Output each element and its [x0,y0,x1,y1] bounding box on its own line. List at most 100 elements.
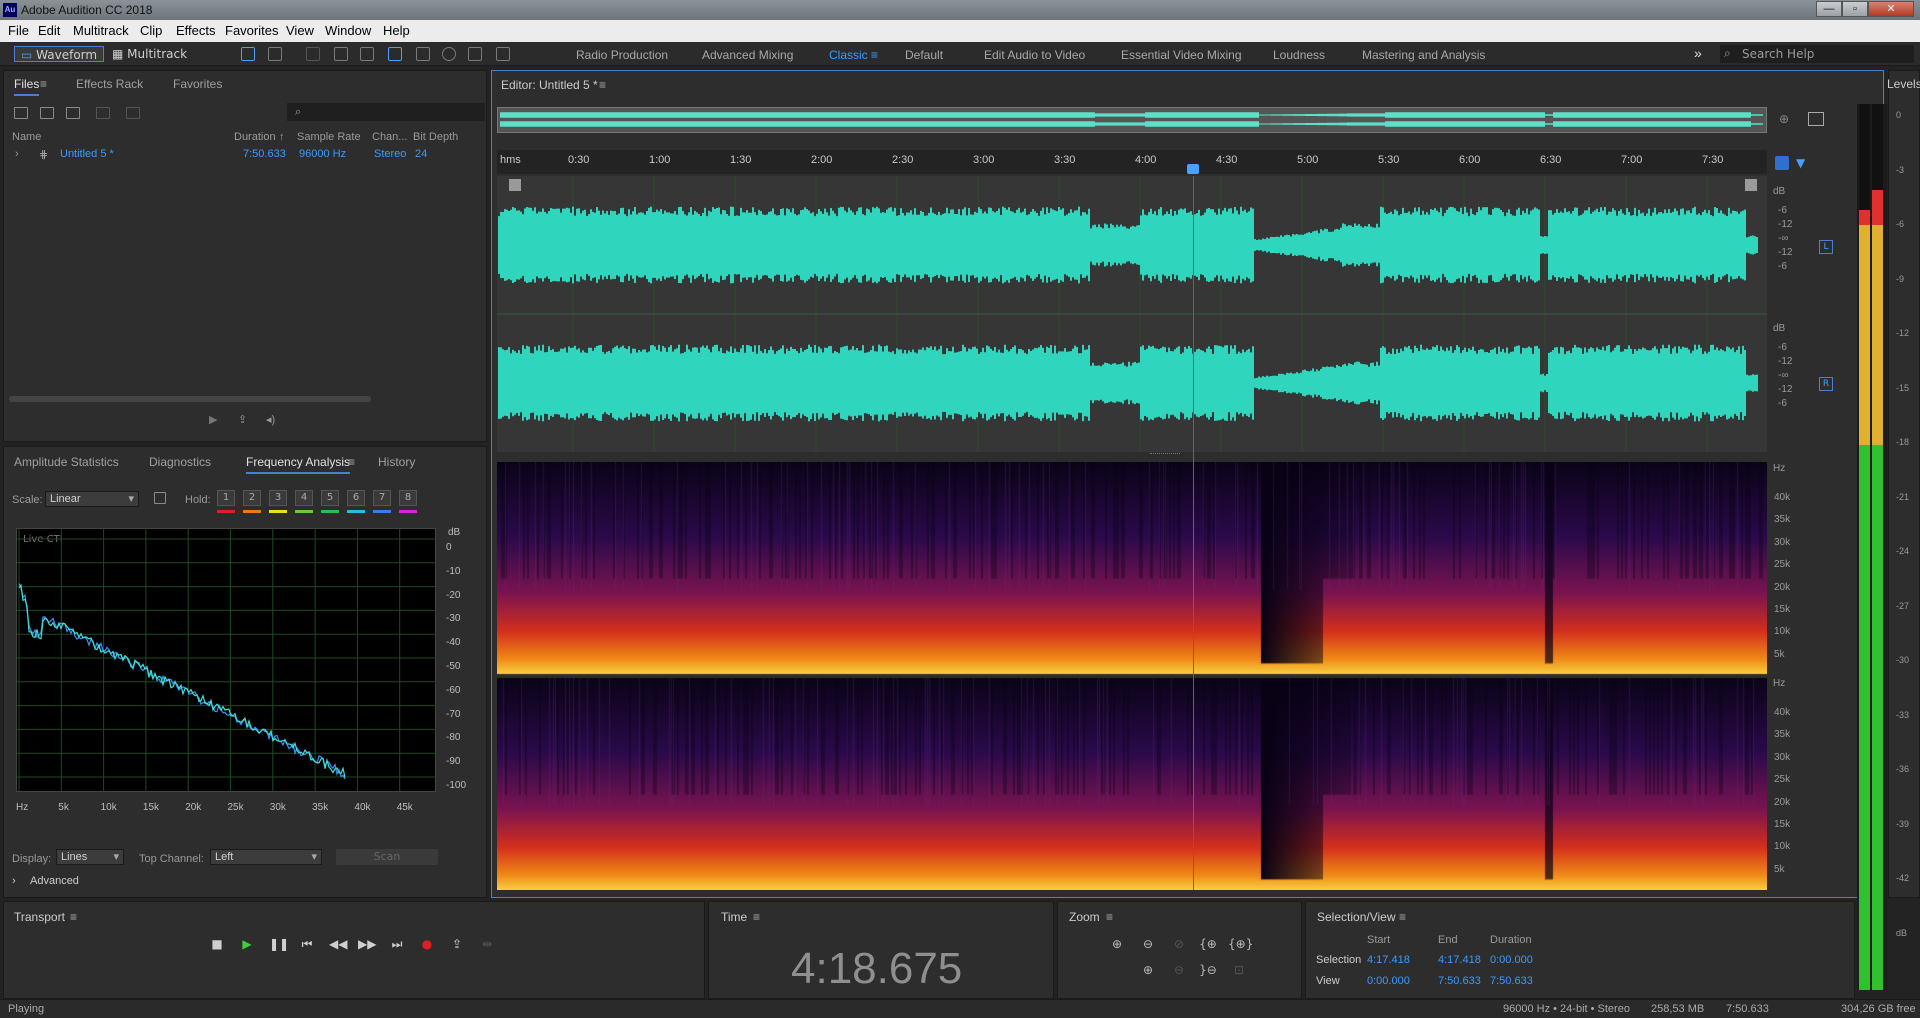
menu-effects[interactable]: Effects [176,23,216,38]
rewind-icon[interactable]: ◀◀ [329,936,347,952]
hold-button-2[interactable]: 2 [243,490,261,506]
menu-view[interactable]: View [286,23,314,38]
hold-button-1[interactable]: 1 [217,490,235,506]
view-duration[interactable]: 7:50.633 [1490,975,1533,987]
zoom-out-full-icon[interactable]: }⊖ [1199,963,1217,979]
loop-preview-icon[interactable]: ⇪ [238,413,247,426]
hold-button-5[interactable]: 5 [321,490,339,506]
marquee-tool-icon[interactable] [416,47,430,61]
menu-file[interactable]: File [8,23,29,38]
marker-pin-icon[interactable]: ▼ [1796,156,1810,170]
play-icon[interactable]: ▶ [239,936,255,952]
fade-in-handle-icon[interactable] [509,179,521,191]
expand-chevron-icon[interactable]: › [15,148,19,160]
skip-to-start-icon[interactable]: ⏮ [299,936,315,952]
tab-effects-rack[interactable]: Effects Rack [76,77,143,91]
time-ruler[interactable] [497,150,1767,174]
workspace-advanced-mixing[interactable]: Advanced Mixing [702,48,793,62]
tab-history[interactable]: History [378,455,415,469]
new-file-icon[interactable] [66,107,80,119]
lasso-tool-icon[interactable] [442,47,456,61]
import-file-icon[interactable] [40,107,54,119]
minimize-button[interactable]: — [1816,1,1842,17]
col-sample-rate[interactable]: Sample Rate [297,131,361,143]
selection-duration[interactable]: 0:00.000 [1490,954,1533,966]
tab-amplitude-statistics[interactable]: Amplitude Statistics [14,455,119,469]
menu-edit[interactable]: Edit [38,23,60,38]
hold-button-6[interactable]: 6 [347,490,365,506]
view-end[interactable]: 7:50.633 [1438,975,1481,987]
scan-button[interactable]: Scan [336,849,438,865]
workspace-radio-production[interactable]: Radio Production [576,48,668,62]
search-help-input[interactable]: ⌕ Search Help [1720,45,1914,63]
transport-menu-icon[interactable]: ≡ [70,910,77,924]
loop-playback-icon[interactable]: ⇪ [449,936,465,952]
advanced-label[interactable]: Advanced [30,875,79,887]
menu-help[interactable]: Help [383,23,410,38]
fade-out-handle-icon[interactable] [1745,179,1757,191]
analysis-menu-icon[interactable]: ≡ [348,455,355,469]
tab-favorites[interactable]: Favorites [173,77,222,91]
zoom-in-left-icon[interactable]: {⊕ [1199,937,1217,953]
menu-favorites[interactable]: Favorites [225,23,278,38]
snap-icon[interactable] [1775,156,1789,170]
fast-forward-icon[interactable]: ▶▶ [358,936,376,952]
col-bit-depth[interactable]: Bit Depth [413,131,458,143]
pause-icon[interactable]: ❚❚ [269,936,289,952]
zoom-menu-icon[interactable]: ≡ [1106,910,1113,924]
waveform-area[interactable] [497,176,1767,452]
editor-menu-icon[interactable]: ≡ [599,78,606,92]
selection-view-menu-icon[interactable]: ≡ [1399,910,1406,924]
view-start[interactable]: 0:00.000 [1367,975,1410,987]
zoom-to-selection-icon[interactable]: ⊕ [1779,112,1795,126]
link-channels-icon[interactable] [154,492,166,504]
slip-tool-icon[interactable] [360,47,374,61]
workspace-overflow-icon[interactable]: » [1694,45,1702,61]
menu-clip[interactable]: Clip [140,23,162,38]
tab-files[interactable]: Files [14,77,40,96]
move-tool-icon[interactable] [306,47,320,61]
record-icon[interactable]: ● [419,936,435,952]
col-duration[interactable]: Duration [234,131,276,143]
time-menu-icon[interactable]: ≡ [753,910,760,924]
channel-right-toggle[interactable]: R [1819,377,1833,391]
workspace-menu-icon[interactable]: ≡ [871,48,878,62]
show-waveform-icon[interactable] [241,47,255,61]
hold-button-7[interactable]: 7 [373,490,391,506]
col-name[interactable]: Name [12,131,41,143]
spot-healing-tool-icon[interactable] [496,47,510,61]
delete-icon[interactable] [126,107,140,119]
advanced-chevron-icon[interactable]: › [12,875,16,887]
hold-button-4[interactable]: 4 [295,490,313,506]
files-filter-input[interactable]: ⌕ [287,103,485,121]
zoom-in-time-icon[interactable]: ⊕ [1139,963,1157,979]
auto-play-icon[interactable]: ◂) [266,413,275,426]
time-selection-tool-icon[interactable] [388,47,402,61]
workspace-edit-audio-to-video[interactable]: Edit Audio to Video [984,48,1085,62]
multitrack-mode-button[interactable]: ▦ Multitrack [112,46,194,62]
preview-play-icon[interactable]: ▶ [209,413,217,426]
selection-start[interactable]: 4:17.418 [1367,954,1410,966]
panel-options-icon[interactable] [1808,112,1824,126]
skip-selection-icon[interactable]: ⇹ [479,936,495,952]
zoom-in-right-icon[interactable]: {⊕} [1228,937,1253,953]
workspace-default[interactable]: Default [905,48,943,62]
tab-diagnostics[interactable]: Diagnostics [149,455,211,469]
files-panel-menu-icon[interactable]: ≡ [40,77,47,91]
selection-end[interactable]: 4:17.418 [1438,954,1481,966]
insert-multitrack-icon[interactable] [96,107,110,119]
channel-left-toggle[interactable]: L [1819,240,1833,254]
zoom-out-amplitude-icon[interactable]: ⊖ [1139,937,1157,953]
top-channel-select[interactable]: Left [210,849,322,865]
zoom-selection-icon[interactable]: ⊡ [1230,963,1248,979]
razor-tool-icon[interactable] [334,47,348,61]
spectral-display[interactable] [497,462,1767,890]
maximize-button[interactable]: ▫ [1842,1,1868,17]
workspace-classic[interactable]: Classic [829,48,868,62]
show-spectral-icon[interactable] [268,47,282,61]
tab-frequency-analysis[interactable]: Frequency Analysis [246,455,351,474]
menu-multitrack[interactable]: Multitrack [73,23,129,38]
display-select[interactable]: Lines [56,849,124,865]
brush-tool-icon[interactable] [468,47,482,61]
hold-button-8[interactable]: 8 [399,490,417,506]
